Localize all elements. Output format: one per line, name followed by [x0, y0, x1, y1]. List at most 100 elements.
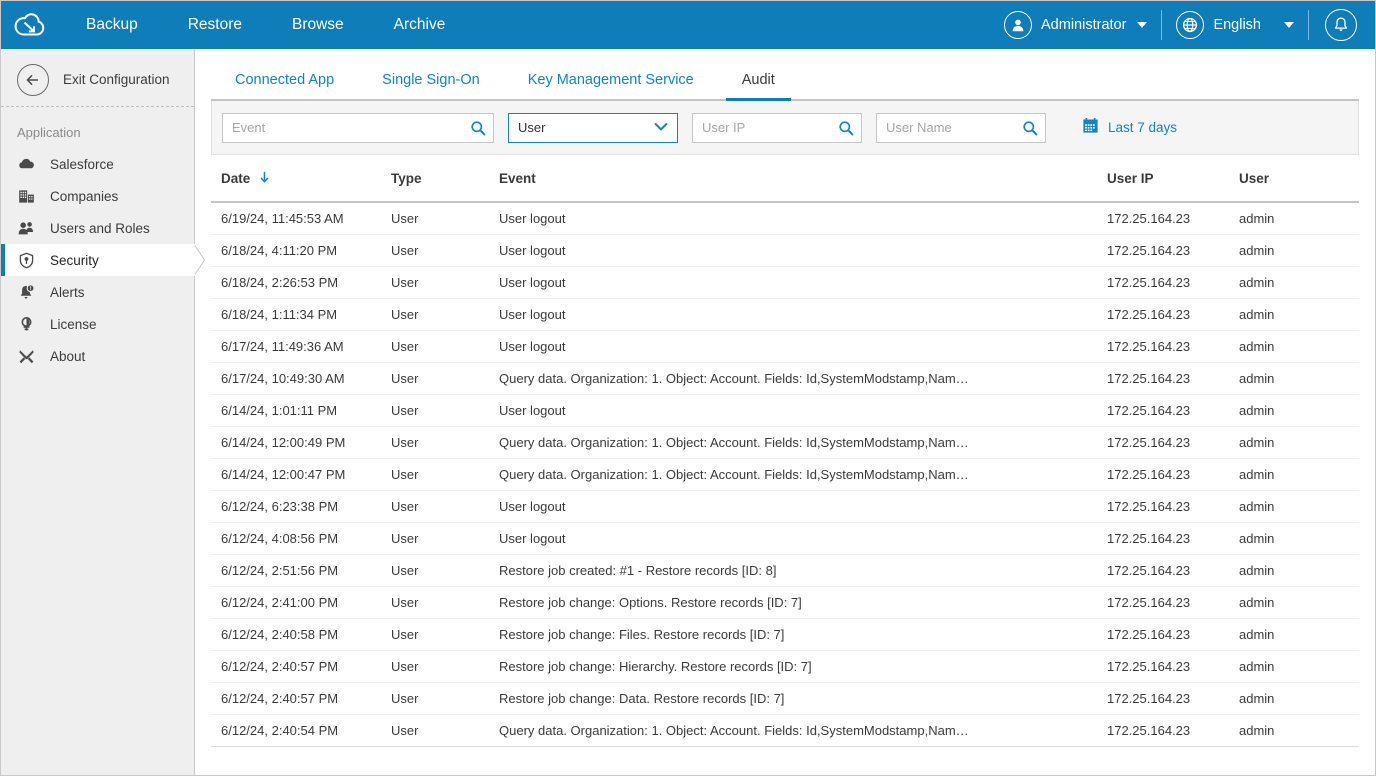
table-body: 6/19/24, 11:45:53 AM User User logout 172.2…: [211, 202, 1359, 747]
table-row[interactable]: 6/19/24, 11:45:53 AM User User logout 172.2…: [211, 202, 1359, 235]
event-filter[interactable]: [222, 112, 494, 143]
cell-date: 6/17/24, 10:49:30 AM: [211, 362, 391, 395]
globe-icon: [1176, 11, 1205, 39]
cell-event: Query data. Organization: 1. Object: Acc…: [499, 458, 1107, 491]
table-row[interactable]: 6/12/24, 2:40:58 PM User Restore job chang…: [211, 618, 1359, 651]
sidebar-item-label: Security: [50, 252, 99, 268]
column-label: Date: [221, 171, 251, 186]
type-filter-select[interactable]: User: [508, 112, 678, 143]
nav-restore[interactable]: Restore: [163, 1, 267, 49]
table-row[interactable]: 6/12/24, 6:23:38 PM User User logout 172.25…: [211, 490, 1359, 523]
nav-archive[interactable]: Archive: [369, 1, 471, 49]
search-icon[interactable]: [1022, 120, 1038, 136]
table-row[interactable]: 6/17/24, 11:49:36 AM User User logout 172.2…: [211, 330, 1359, 363]
cell-date: 6/19/24, 11:45:53 AM: [211, 202, 391, 235]
building-icon: [17, 187, 36, 206]
cell-user: admin: [1239, 586, 1359, 619]
sidebar-item-label: Users and Roles: [50, 220, 150, 236]
sidebar-item-security[interactable]: Security: [1, 244, 205, 276]
cell-event: Query data. Organization: 1. Object: Acc…: [499, 362, 1107, 395]
filter-toolbar: User: [211, 101, 1359, 155]
sidebar-item-alerts[interactable]: Alerts: [1, 276, 194, 308]
cell-event: User logout: [499, 202, 1107, 235]
table-row[interactable]: 6/12/24, 2:51:56 PM User Restore job creat…: [211, 554, 1359, 587]
user-name-search-input[interactable]: [877, 113, 1045, 142]
cell-user-ip: 172.25.164.23: [1107, 202, 1239, 235]
sidebar-item-companies[interactable]: Companies: [1, 180, 194, 212]
cell-user-ip: 172.25.164.23: [1107, 586, 1239, 619]
cell-user: admin: [1239, 202, 1359, 235]
body-container: Exit Configuration Application Salesforc…: [1, 49, 1375, 775]
cell-user: admin: [1239, 554, 1359, 587]
sidebar-item-about[interactable]: About: [1, 340, 194, 372]
cell-type: User: [391, 586, 499, 619]
event-search-input[interactable]: [223, 113, 493, 142]
cell-event: User logout: [499, 490, 1107, 523]
sidebar-section-title: Application: [17, 125, 81, 140]
table-row[interactable]: 6/18/24, 1:11:34 PM User User logout 172.25…: [211, 298, 1359, 331]
cell-event: Query data. Organization: 1. Object: Acc…: [499, 426, 1107, 459]
chevron-down-icon: [1137, 22, 1148, 28]
tab-audit[interactable]: Audit: [718, 72, 799, 101]
sidebar-item-salesforce[interactable]: Salesforce: [1, 148, 194, 180]
table-row[interactable]: 6/12/24, 2:40:57 PM User Restore job chang…: [211, 682, 1359, 715]
tab-key-management-service[interactable]: Key Management Service: [504, 72, 718, 99]
cell-user-ip: 172.25.164.23: [1107, 522, 1239, 555]
cell-user: admin: [1239, 650, 1359, 683]
exit-configuration-button[interactable]: Exit Configuration: [1, 53, 194, 107]
cell-user: admin: [1239, 490, 1359, 523]
cloud-icon: [17, 155, 36, 174]
user-name-filter[interactable]: [876, 112, 1046, 143]
table-row[interactable]: 6/14/24, 1:01:11 PM User User logout 172.25…: [211, 394, 1359, 427]
language-menu[interactable]: English: [1162, 8, 1308, 42]
cell-event: Restore job change: Files. Restore recor…: [499, 618, 1107, 651]
column-header-date[interactable]: Date: [211, 155, 391, 203]
user-menu[interactable]: Administrator: [990, 8, 1161, 42]
cell-user: admin: [1239, 330, 1359, 363]
cell-date: 6/12/24, 2:40:57 PM: [211, 650, 391, 683]
search-icon[interactable]: [470, 120, 486, 136]
tab-single-sign-on[interactable]: Single Sign-On: [358, 72, 504, 99]
search-icon[interactable]: [838, 120, 854, 136]
column-header-event[interactable]: Event: [499, 155, 1107, 203]
cell-date: 6/12/24, 2:40:54 PM: [211, 714, 391, 747]
column-header-user-ip[interactable]: User IP: [1107, 155, 1239, 203]
table-row[interactable]: 6/12/24, 2:41:00 PM User Restore job chang…: [211, 586, 1359, 619]
sidebar-item-label: Companies: [50, 188, 119, 204]
tab-connected-app[interactable]: Connected App: [211, 72, 358, 99]
cell-type: User: [391, 618, 499, 651]
cell-date: 6/18/24, 2:26:53 PM: [211, 266, 391, 299]
user-ip-search-input[interactable]: [693, 113, 861, 142]
table-row[interactable]: 6/18/24, 2:26:53 PM User User logout 172.25…: [211, 266, 1359, 299]
user-ip-filter[interactable]: [692, 112, 862, 143]
cell-date: 6/12/24, 2:51:56 PM: [211, 554, 391, 587]
cell-user-ip: 172.25.164.23: [1107, 554, 1239, 587]
type-filter-value: User: [518, 120, 546, 135]
cell-user-ip: 172.25.164.23: [1107, 426, 1239, 459]
sidebar-item-license[interactable]: License: [1, 308, 194, 340]
table-row[interactable]: 6/12/24, 2:40:54 PM User Query data. Organ…: [211, 714, 1359, 747]
cell-date: 6/14/24, 1:01:11 PM: [211, 394, 391, 427]
cell-user-ip: 172.25.164.23: [1107, 714, 1239, 747]
table-row[interactable]: 6/18/24, 4:11:20 PM User User logout 172.25…: [211, 234, 1359, 267]
table-row[interactable]: 6/17/24, 10:49:30 AM User Query data. Orga…: [211, 362, 1359, 395]
column-header-type[interactable]: Type: [391, 155, 499, 203]
table-row[interactable]: 6/14/24, 12:00:49 PM User Query data. Orga…: [211, 426, 1359, 459]
table-header-row: Date Type Event User IP User: [211, 155, 1359, 203]
nav-backup[interactable]: Backup: [61, 1, 163, 49]
nav-browse[interactable]: Browse: [267, 1, 369, 49]
table-row[interactable]: 6/12/24, 2:40:57 PM User Restore job chang…: [211, 650, 1359, 683]
date-range-picker[interactable]: Last 7 days: [1082, 117, 1177, 139]
cell-user-ip: 172.25.164.23: [1107, 330, 1239, 363]
sidebar-item-users-and-roles[interactable]: Users and Roles: [1, 212, 194, 244]
tools-icon: [17, 347, 36, 366]
column-header-user[interactable]: User: [1239, 155, 1359, 203]
cell-event: User logout: [499, 266, 1107, 299]
cell-event: Restore job change: Data. Restore record…: [499, 682, 1107, 715]
cell-type: User: [391, 714, 499, 747]
cell-event: Restore job created: #1 - Restore record…: [499, 554, 1107, 587]
cell-date: 6/14/24, 12:00:47 PM: [211, 458, 391, 491]
notifications-button[interactable]: [1309, 8, 1367, 42]
table-row[interactable]: 6/12/24, 4:08:56 PM User User logout 172.25…: [211, 522, 1359, 555]
table-row[interactable]: 6/14/24, 12:00:47 PM User Query data. Orga…: [211, 458, 1359, 491]
